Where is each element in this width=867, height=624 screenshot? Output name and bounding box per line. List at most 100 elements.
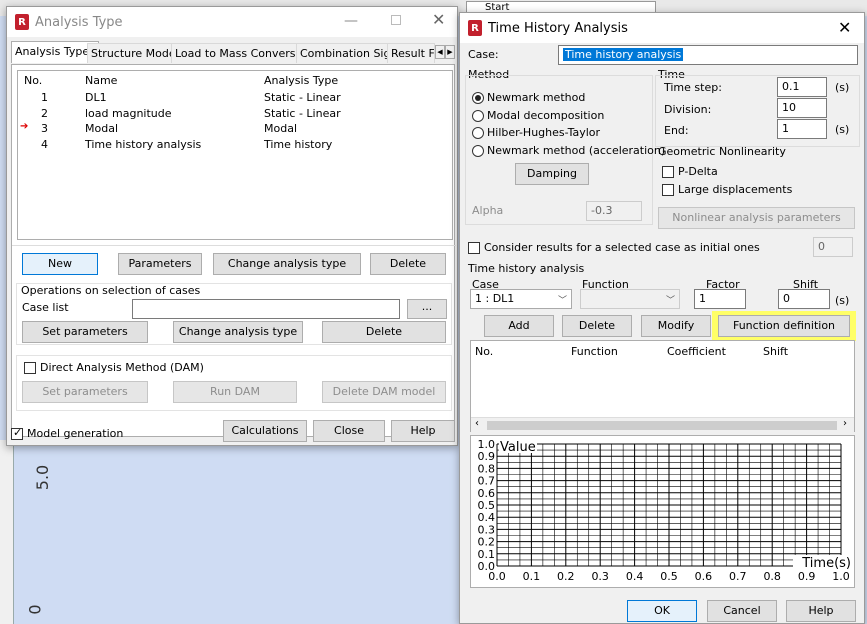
tab-structure-model[interactable]: Structure Model: [87, 43, 183, 63]
alpha-input[interactable]: -0.3: [586, 201, 642, 221]
dam-checkbox[interactable]: Direct Analysis Method (DAM): [24, 361, 204, 374]
case-combo-value: 1 : DL1: [475, 292, 515, 305]
case-name-input[interactable]: Time history analysis: [558, 45, 858, 65]
case-list-browse-button[interactable]: ...: [407, 299, 447, 319]
delete-dam-model-button[interactable]: Delete DAM model: [322, 381, 446, 403]
row-name: Modal: [85, 122, 118, 135]
row-no: 3: [41, 122, 48, 135]
case-list-input[interactable]: [132, 299, 400, 319]
consider-results-checkbox[interactable]: Consider results for a selected case as …: [468, 241, 760, 254]
table-row[interactable]: 4 Time history analysis Time history: [18, 138, 452, 153]
selection-delete-button[interactable]: Delete: [322, 321, 446, 343]
horizontal-scrollbar[interactable]: ‹ ›: [471, 417, 854, 432]
y-tick-label: 0.1: [478, 548, 496, 561]
pdelta-checkbox[interactable]: P-Delta: [662, 165, 718, 178]
tab-result-files[interactable]: Result Fi: [387, 43, 435, 63]
ok-button[interactable]: OK: [627, 600, 697, 622]
radio-button[interactable]: [472, 109, 484, 122]
time-step-unit: (s): [835, 81, 850, 94]
tab-combination-sign[interactable]: Combination Sign: [296, 43, 402, 63]
shift-input[interactable]: 0: [778, 289, 830, 309]
large-displacements-checkbox[interactable]: Large displacements: [662, 183, 792, 196]
model-generation-box[interactable]: ✓: [11, 426, 23, 440]
large-displacements-box[interactable]: [662, 184, 674, 196]
dam-set-parameters-button[interactable]: Set parameters: [22, 381, 148, 403]
dam-label: Direct Analysis Method (DAM): [40, 361, 204, 374]
cases-table[interactable]: No. Name Analysis Type 1 DL1 Static - Line…: [17, 70, 453, 240]
end-input[interactable]: 1: [777, 119, 827, 139]
tab-scroll-left-icon[interactable]: ◀: [435, 45, 445, 59]
th-close-icon[interactable]: ✕: [838, 18, 851, 37]
function-chart: 0.0 0.1 0.2 0.3 0.4 0.5 0.6 0.7 0.8 0.9 1.00.00.10…: [478, 438, 852, 583]
factor-input[interactable]: 1: [694, 289, 746, 309]
robot-app-icon-th: R: [468, 20, 482, 36]
minimize-icon[interactable]: —: [344, 13, 358, 29]
radio-button[interactable]: [472, 92, 484, 104]
scroll-left-icon[interactable]: ‹: [475, 418, 479, 429]
scrollbar-thumb[interactable]: [487, 421, 837, 430]
row-type: Static - Linear: [264, 106, 341, 120]
list-header-coefficient: Coefficient: [667, 345, 726, 358]
consider-results-box[interactable]: [468, 242, 480, 254]
x-tick-label: 0.3: [591, 570, 609, 583]
damping-button[interactable]: Damping: [515, 163, 589, 185]
scroll-right-icon[interactable]: ›: [843, 418, 847, 429]
cancel-button[interactable]: Cancel: [707, 600, 777, 622]
functions-list[interactable]: No. Function Coefficient Shift ‹ ›: [470, 340, 855, 432]
help-th-button[interactable]: Help: [786, 600, 856, 622]
radio-button[interactable]: [472, 144, 484, 157]
delete-case-button[interactable]: Delete: [370, 253, 446, 275]
dam-checkbox-box[interactable]: [24, 362, 36, 374]
x-axis-label: Time(s): [801, 556, 851, 571]
function-definition-button[interactable]: Function definition: [718, 315, 850, 337]
list-header-no: No.: [475, 345, 494, 358]
calculations-button[interactable]: Calculations: [223, 420, 307, 442]
maximize-icon[interactable]: [391, 15, 401, 25]
method-option-1[interactable]: Modal decomposition: [472, 109, 604, 122]
selection-set-parameters-button[interactable]: Set parameters: [22, 321, 148, 343]
close-button[interactable]: Close: [313, 420, 385, 442]
division-input[interactable]: 10: [777, 98, 827, 118]
time-step-input[interactable]: 0.1: [777, 77, 827, 97]
model-canvas[interactable]: [0, 440, 460, 624]
new-case-button[interactable]: New: [22, 253, 98, 275]
geometric-nonlinearity-title: Geometric Nonlinearity: [658, 145, 786, 158]
tab-analysis-types[interactable]: Analysis Types: [11, 41, 99, 63]
tab-load-to-mass[interactable]: Load to Mass Conversion: [171, 43, 317, 63]
col-name-header: Name: [85, 74, 118, 87]
table-row[interactable]: 2 load magnitude Static - Linear: [18, 107, 452, 122]
function-combo[interactable]: ﹀: [580, 289, 680, 309]
row-name: load magnitude: [85, 106, 172, 120]
col-type-header: Analysis Type: [264, 74, 339, 87]
x-tick-label: 0.6: [695, 570, 713, 583]
run-dam-button[interactable]: Run DAM: [173, 381, 297, 403]
large-displacements-label: Large displacements: [678, 183, 793, 196]
tab-panel: No. Name Analysis Type 1 DL1 Static - Line…: [11, 65, 456, 437]
tab-scroll-right-icon[interactable]: ▶: [445, 45, 455, 59]
method-option-2[interactable]: Hilber-Hughes-Taylor: [472, 126, 600, 139]
nonlinear-parameters-button[interactable]: Nonlinear analysis parameters: [658, 207, 855, 229]
y-tick-label: 0.9: [478, 450, 496, 463]
delete-function-button[interactable]: Delete: [562, 315, 632, 337]
table-row[interactable]: ➔ 3 Modal Modal: [18, 121, 452, 137]
y-tick-label: 0.5: [478, 499, 496, 512]
selection-change-type-button[interactable]: Change analysis type: [173, 321, 303, 343]
radio-button[interactable]: [472, 127, 484, 139]
time-history-title: Time History Analysis: [488, 20, 628, 36]
modify-button[interactable]: Modify: [641, 315, 711, 337]
pdelta-box[interactable]: [662, 166, 674, 178]
list-header-function: Function: [571, 345, 618, 358]
initial-case-input[interactable]: 0: [813, 237, 853, 257]
parameters-button[interactable]: Parameters: [118, 253, 202, 275]
add-button[interactable]: Add: [484, 315, 554, 337]
table-row[interactable]: 1 DL1 Static - Linear: [18, 91, 452, 106]
change-analysis-type-button[interactable]: Change analysis type: [213, 253, 361, 275]
method-option-3[interactable]: Newmark method (acceleration): [472, 144, 665, 157]
close-icon[interactable]: ✕: [432, 10, 445, 29]
method-option-0[interactable]: Newmark method: [472, 91, 585, 104]
model-generation-checkbox[interactable]: ✓ Model generation: [11, 426, 123, 440]
case-combo[interactable]: 1 : DL1 ﹀: [470, 289, 572, 309]
row-type: Static - Linear: [264, 91, 341, 104]
case-name-text: Time history analysis: [563, 48, 684, 61]
help-button[interactable]: Help: [391, 420, 455, 442]
